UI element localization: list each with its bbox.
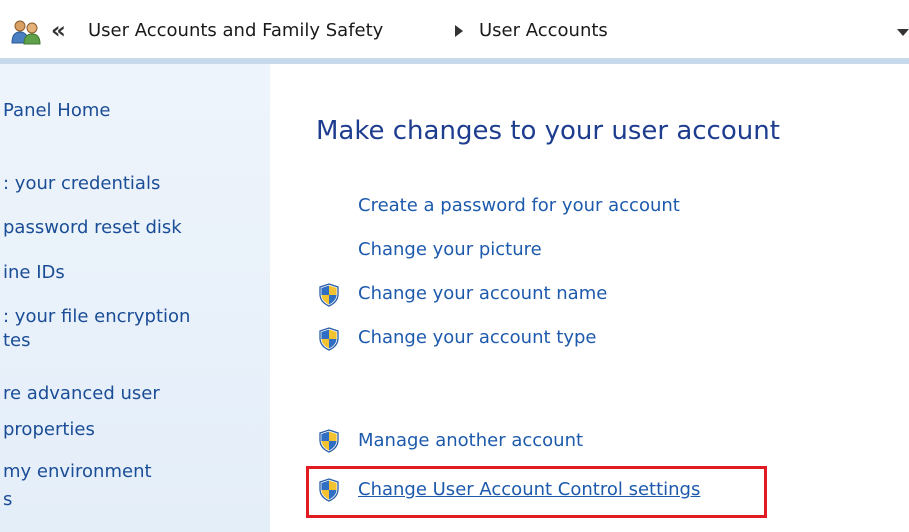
uac-shield-icon: [319, 283, 339, 307]
sidebar-item-manage-credentials[interactable]: : your credentials: [3, 172, 160, 196]
breadcrumb: « User Accounts and Family Safety User A…: [0, 14, 909, 48]
sidebar-item-password-reset-disk[interactable]: password reset disk: [3, 216, 182, 240]
back-chevron-icon[interactable]: «: [51, 14, 66, 48]
sidebar-item-control-panel-home[interactable]: Panel Home: [3, 99, 110, 123]
breadcrumb-user-accounts-family-safety[interactable]: User Accounts and Family Safety: [88, 14, 383, 48]
change-picture-link[interactable]: Change your picture: [358, 238, 542, 262]
sidebar-item-advanced-user-line2[interactable]: properties: [3, 418, 95, 442]
sidebar-item-environment-line2[interactable]: s: [3, 488, 12, 512]
page-title: Make changes to your user account: [316, 116, 780, 146]
sidebar-item-online-ids[interactable]: ine IDs: [3, 261, 65, 285]
address-dropdown-icon[interactable]: [897, 29, 909, 36]
sidebar-item-environment-line1[interactable]: my environment: [3, 460, 152, 484]
sidebar-item-file-encryption-line2[interactable]: tes: [3, 329, 31, 353]
highlight-annotation-box: [306, 466, 767, 518]
breadcrumb-user-accounts[interactable]: User Accounts: [479, 14, 608, 48]
sidebar-item-advanced-user-line1[interactable]: re advanced user: [3, 382, 160, 406]
breadcrumb-separator-icon[interactable]: [455, 25, 463, 37]
address-bar: « User Accounts and Family Safety User A…: [0, 0, 909, 64]
change-account-name-link[interactable]: Change your account name: [358, 282, 607, 306]
change-account-type-link[interactable]: Change your account type: [358, 326, 596, 350]
manage-another-account-link[interactable]: Manage another account: [358, 429, 583, 453]
sidebar-item-file-encryption-line1[interactable]: : your file encryption: [3, 305, 190, 329]
create-password-link[interactable]: Create a password for your account: [358, 194, 680, 218]
user-accounts-icon: [11, 20, 41, 45]
uac-shield-icon: [319, 429, 339, 453]
uac-shield-icon: [319, 327, 339, 351]
